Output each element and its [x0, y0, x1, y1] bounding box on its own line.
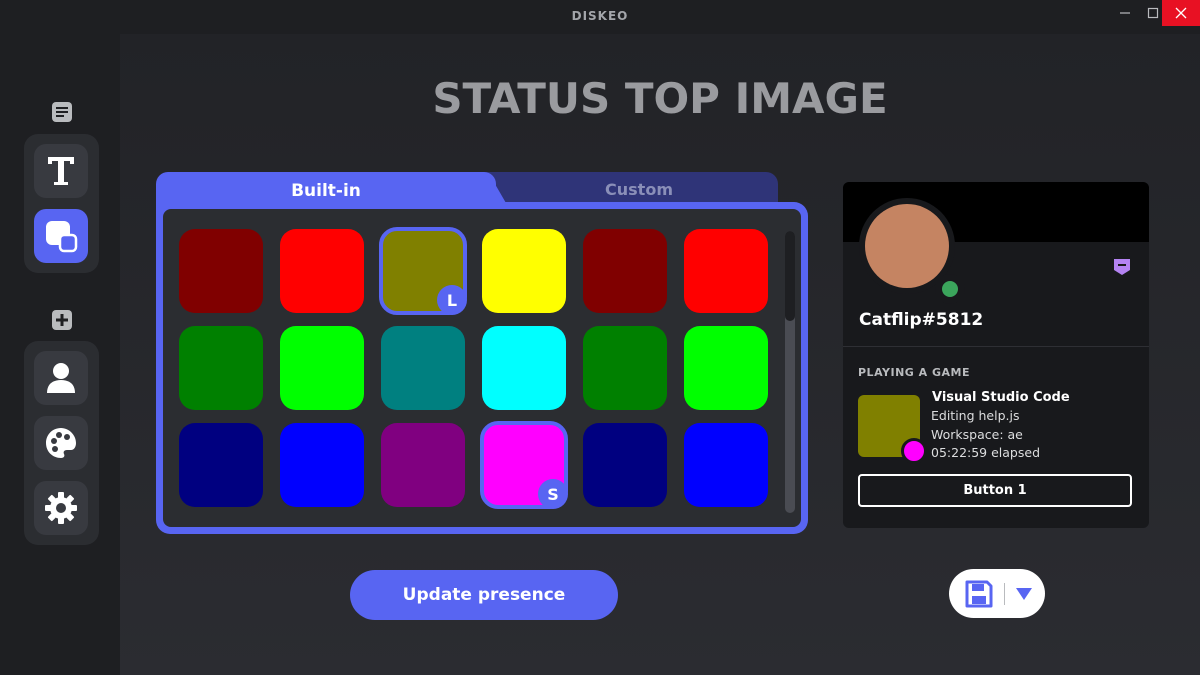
tab-custom-label: Custom — [605, 179, 673, 199]
sidebar-item-image[interactable] — [34, 209, 88, 263]
color-swatch[interactable] — [280, 423, 364, 507]
save-icon — [965, 580, 993, 608]
activity-header: PLAYING A GAME — [858, 366, 970, 379]
swatch-badge: S — [538, 479, 568, 509]
sidebar-item-profile[interactable] — [34, 351, 88, 405]
page-title: STATUS TOP IMAGE — [432, 74, 888, 123]
color-swatch[interactable] — [583, 229, 667, 313]
avatar-frame — [859, 198, 965, 304]
sidebar — [0, 34, 120, 675]
text-icon — [48, 157, 74, 185]
color-swatch[interactable] — [482, 326, 566, 410]
maximize-icon — [1147, 7, 1159, 19]
color-swatch[interactable] — [280, 229, 364, 313]
swatch-badge: L — [437, 285, 467, 315]
scrollbar[interactable] — [785, 231, 795, 513]
plus-icon — [51, 309, 73, 331]
image-grid: LS — [179, 227, 768, 509]
color-swatch[interactable] — [583, 326, 667, 410]
profile-card: Catflip#5812 PLAYING A GAME Visual Studi… — [843, 182, 1149, 528]
avatar — [865, 204, 949, 288]
color-swatch[interactable] — [179, 326, 263, 410]
activity-details: Editing help.js — [931, 408, 1020, 423]
title-bar: DISKEO — [0, 0, 1200, 34]
tab-built-in-label: Built-in — [291, 181, 361, 201]
color-swatch[interactable] — [381, 326, 465, 410]
separator — [1004, 583, 1005, 605]
image-icon — [46, 221, 78, 253]
palette-icon — [46, 428, 76, 458]
update-presence-button[interactable]: Update presence — [350, 570, 618, 620]
gear-icon — [45, 492, 77, 524]
divider — [843, 346, 1149, 347]
color-swatch[interactable] — [482, 229, 566, 313]
user-icon — [47, 363, 75, 393]
color-swatch[interactable]: S — [480, 421, 568, 509]
color-swatch[interactable] — [684, 423, 768, 507]
sidebar-group-status — [24, 134, 99, 273]
sidebar-item-text[interactable] — [34, 144, 88, 198]
nitro-badge-icon — [1113, 258, 1131, 280]
app-title: DISKEO — [571, 9, 629, 23]
image-grid-container: LS — [163, 209, 801, 527]
activity-small-image — [901, 438, 927, 464]
save-options-dropdown[interactable] — [1011, 581, 1037, 607]
color-swatch[interactable]: L — [379, 227, 467, 315]
minimize-icon — [1120, 12, 1130, 14]
document-icon — [51, 101, 73, 123]
sidebar-item-settings[interactable] — [34, 481, 88, 535]
profile-button-1[interactable]: Button 1 — [858, 474, 1132, 507]
image-picker-panel: LS — [156, 202, 808, 534]
color-swatch[interactable] — [381, 423, 465, 507]
close-icon — [1175, 7, 1187, 19]
activity-name: Visual Studio Code — [932, 390, 1070, 405]
save-controls — [949, 569, 1045, 618]
save-button[interactable] — [963, 579, 995, 609]
close-button[interactable] — [1162, 0, 1200, 26]
color-swatch[interactable] — [179, 423, 263, 507]
tab-custom[interactable]: Custom — [470, 172, 778, 206]
sidebar-item-theme[interactable] — [34, 416, 88, 470]
color-swatch[interactable] — [280, 326, 364, 410]
sidebar-group-settings — [24, 341, 99, 545]
color-swatch[interactable] — [684, 229, 768, 313]
color-swatch[interactable] — [179, 229, 263, 313]
scrollbar-thumb[interactable] — [785, 231, 795, 321]
color-swatch[interactable] — [583, 423, 667, 507]
triangle-down-icon — [1016, 588, 1032, 600]
activity-state: Workspace: ae — [931, 427, 1023, 442]
activity-elapsed: 05:22:59 elapsed — [931, 445, 1041, 460]
username: Catflip#5812 — [859, 310, 984, 330]
color-swatch[interactable] — [684, 326, 768, 410]
online-status-icon — [935, 274, 965, 304]
